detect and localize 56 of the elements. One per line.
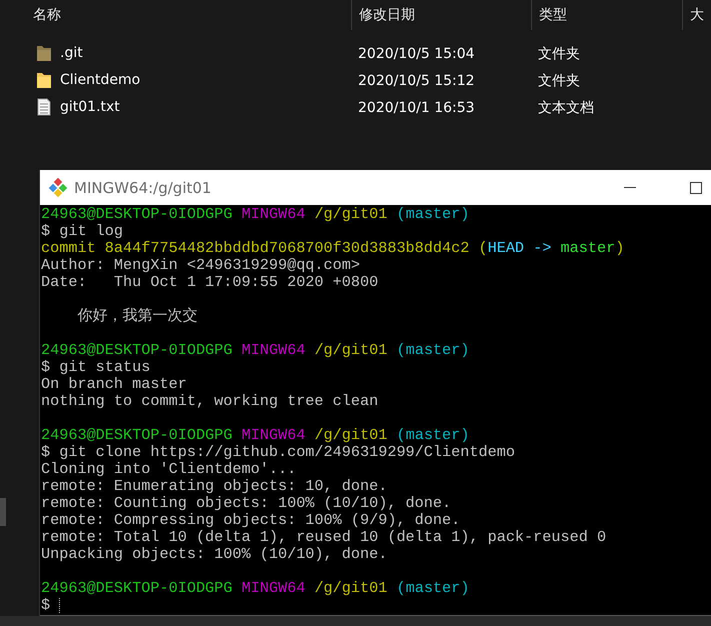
terminal-text: /g/git01 <box>313 342 388 359</box>
file-type: 文本文档 <box>538 100 594 116</box>
text-file-icon <box>36 98 52 116</box>
terminal-text: MINGW64 <box>240 427 306 444</box>
terminal-text: remote: Total 10 (delta 1), reused 10 (delta 1), pack-reused 0 <box>41 529 606 546</box>
column-header[interactable]: 名称 <box>0 0 351 30</box>
terminal-text: $ git log <box>41 223 124 240</box>
terminal-text: 24963@DESKTOP-0IODGPG <box>41 206 232 223</box>
file-name[interactable]: Clientdemo <box>60 72 140 88</box>
terminal-text: ) <box>615 240 624 257</box>
file-name[interactable]: git01.txt <box>60 98 120 114</box>
terminal-text: remote: Compressing objects: 100% (9/9), done. <box>41 512 460 529</box>
terminal-text: $ git clone https://github.com/2496319299/Clientdemo <box>41 444 515 461</box>
window-title: MINGW64:/g/git01 <box>74 178 212 196</box>
terminal-text: MINGW64 <box>240 342 306 359</box>
terminal-text: 你好，我第一次交 <box>76 308 198 325</box>
terminal-text: $ git status <box>41 359 150 376</box>
terminal-text: (master) <box>395 427 470 444</box>
folder-icon <box>36 70 52 88</box>
terminal-text: master <box>560 240 616 257</box>
terminal-text: commit 8a44f7754482bbddbd7068700f30d3883b8dd4c2 ( <box>41 240 488 257</box>
terminal-text: nothing to commit, working tree clean <box>41 393 378 410</box>
modified-date: 2020/10/5 15:12 <box>358 73 475 89</box>
terminal-text: Unpacking objects: 100% (10/10), done. <box>41 546 388 563</box>
terminal-text: Author: MengXin <2496319299@qq.com> <box>41 257 360 274</box>
column-header[interactable]: 类型 <box>531 0 682 30</box>
file-name[interactable]: .git <box>60 44 83 60</box>
terminal-text: remote: Counting objects: 100% (10/10), done. <box>41 495 452 512</box>
column-header[interactable]: 修改日期 <box>351 0 531 30</box>
terminal-text: (master) <box>395 342 470 359</box>
terminal-text: (master) <box>395 580 470 597</box>
terminal-text: 24963@DESKTOP-0IODGPG <box>41 580 232 597</box>
terminal-text: 24963@DESKTOP-0IODGPG <box>41 427 232 444</box>
folder-icon <box>36 44 52 62</box>
terminal-text: /g/git01 <box>313 206 388 223</box>
terminal-text: $ <box>41 597 50 614</box>
modified-date: 2020/10/5 15:04 <box>358 46 475 62</box>
diamond-logo-icon <box>48 178 68 198</box>
terminal-text: HEAD -> <box>488 240 552 257</box>
file-type: 文件夹 <box>538 46 580 62</box>
terminal-text: /g/git01 <box>313 580 388 597</box>
maximize-icon[interactable] <box>690 182 702 194</box>
file-type: 文件夹 <box>538 72 580 88</box>
minimize-icon[interactable] <box>624 186 636 188</box>
terminal-text: Date: Thu Oct 1 17:09:55 2020 +0800 <box>41 274 378 291</box>
terminal-text: remote: Enumerating objects: 10, done. <box>41 478 388 495</box>
terminal-text: 24963@DESKTOP-0IODGPG <box>41 342 232 359</box>
terminal-text: On branch master <box>41 376 187 393</box>
modified-date: 2020/10/1 16:53 <box>358 100 475 116</box>
column-header[interactable]: 大 <box>682 0 711 30</box>
scrollbar-thumb[interactable] <box>0 498 6 526</box>
terminal-text: Cloning into 'Clientdemo'... <box>41 461 296 478</box>
terminal-text: MINGW64 <box>240 206 306 223</box>
terminal-text: (master) <box>395 206 470 223</box>
terminal-text: /g/git01 <box>313 427 388 444</box>
terminal-text: MINGW64 <box>240 580 306 597</box>
